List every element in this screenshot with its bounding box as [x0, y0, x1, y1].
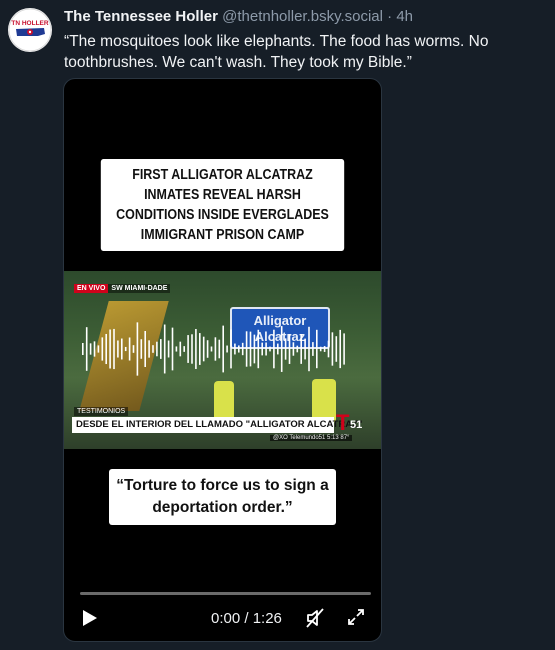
waveform-bar — [312, 342, 314, 356]
waveform-bar — [160, 339, 162, 359]
author-avatar[interactable]: TN HOLLER — [8, 8, 52, 52]
waveform-bar — [148, 340, 150, 358]
waveform-bar — [101, 337, 104, 361]
waveform-bar — [93, 341, 96, 357]
waveform-bar — [257, 329, 260, 369]
section-label: TESTIMONIOS — [74, 407, 129, 416]
waveform-bar — [300, 334, 302, 364]
waveform-bar — [121, 338, 123, 360]
waveform-bar — [113, 328, 115, 370]
waveform-bar — [167, 340, 170, 358]
waveform-bar — [316, 329, 318, 369]
live-label: EN VIVO — [74, 284, 109, 293]
waveform-bar — [234, 343, 236, 355]
waveform-bar — [202, 336, 205, 362]
volume-muted-icon[interactable] — [306, 608, 324, 628]
lower-third-sub: @XO Telemundo51 5:13 87° — [270, 435, 353, 441]
waveform-bar — [335, 336, 338, 362]
video-quote: “Torture to force us to sign a deportati… — [109, 469, 336, 525]
waveform-bar — [105, 333, 107, 365]
waveform-bar — [128, 337, 131, 361]
waveform-bar — [343, 333, 345, 365]
waveform-bar — [265, 342, 267, 356]
waveform-bar — [124, 346, 127, 352]
lower-third-caption: DESDE EL INTERIOR DEL LLAMADO "ALLIGATOR… — [72, 417, 362, 433]
play-icon[interactable] — [82, 609, 98, 627]
author-display-name[interactable]: The Tennessee Holler — [64, 8, 218, 25]
waveform-bar — [132, 345, 135, 353]
waveform-bar — [199, 333, 201, 365]
waveform-bar — [238, 345, 240, 353]
channel-logo-number: 51 — [350, 419, 363, 431]
video-progress-bar[interactable] — [80, 592, 371, 595]
waveform-bar — [249, 331, 252, 367]
waveform-bar — [144, 331, 146, 367]
waveform-bar — [288, 334, 291, 364]
waveform-bar — [339, 329, 341, 369]
waveform-bar — [218, 339, 221, 359]
post-timestamp[interactable]: 4h — [396, 8, 413, 25]
waveform-bar — [296, 345, 299, 353]
waveform-bar — [292, 342, 295, 356]
waveform-bar — [175, 346, 178, 352]
waveform-bar — [261, 342, 263, 356]
waveform-bar — [323, 346, 326, 352]
waveform-bar — [183, 346, 185, 352]
waveform-bar — [226, 345, 228, 353]
waveform-bar — [241, 342, 244, 356]
waveform-bar — [191, 334, 193, 364]
waveform-bar — [230, 329, 232, 369]
post-text: “The mosquitoes look like elephants. The… — [64, 33, 489, 71]
waveform-bar — [280, 326, 283, 372]
waveform-bar — [89, 343, 92, 355]
location-label: SW MIAMI-DADE — [108, 284, 171, 293]
waveform-bar — [82, 343, 84, 355]
waveform-bar — [97, 345, 100, 353]
waveform-bar — [327, 340, 330, 358]
waveform-bar — [152, 345, 154, 353]
waveform-bar — [156, 341, 158, 357]
video-headline: FIRST ALLIGATOR ALCATRAZ INMATES REVEAL … — [100, 159, 345, 251]
worker-figure — [214, 381, 234, 421]
waveform-bar — [187, 335, 189, 363]
news-frame: Alligator Alcatraz EN VIVO SW MIAMI-DADE … — [64, 271, 381, 449]
author-handle[interactable]: @thetnholler.bsky.social — [222, 8, 383, 25]
waveform-bar — [284, 338, 287, 360]
waveform-bar — [245, 331, 248, 367]
waveform-bar — [109, 329, 111, 369]
waveform-bar — [85, 327, 88, 371]
audio-waveform — [82, 322, 345, 376]
waveform-bar — [222, 325, 224, 373]
waveform-bar — [117, 340, 119, 358]
waveform-bar — [319, 346, 322, 352]
waveform-bar — [136, 322, 139, 376]
telemundo51-logo: T 51 — [336, 411, 374, 435]
waveform-bar — [210, 346, 213, 352]
video-time: 0:00 / 1:26 — [211, 610, 282, 627]
fullscreen-icon[interactable] — [347, 608, 365, 626]
post-header: The Tennessee Holler @thetnholler.bsky.s… — [64, 8, 413, 25]
live-tag: EN VIVO SW MIAMI-DADE — [74, 284, 171, 293]
tn-holler-logo: TN HOLLER — [8, 8, 52, 52]
channel-logo-t: T — [336, 410, 350, 435]
waveform-bar — [214, 337, 217, 361]
waveform-bar — [304, 338, 306, 360]
video-player[interactable]: FIRST ALLIGATOR ALCATRAZ INMATES REVEAL … — [63, 78, 382, 642]
waveform-bar — [163, 324, 166, 374]
waveform-bar — [206, 340, 209, 358]
waveform-bar — [179, 341, 182, 357]
header-separator: · — [387, 8, 393, 25]
waveform-bar — [308, 326, 310, 372]
avatar-logo-text: TN HOLLER — [11, 20, 48, 27]
waveform-bar — [331, 332, 334, 366]
waveform-bar — [195, 328, 197, 370]
waveform-bar — [273, 329, 275, 369]
waveform-bar — [171, 327, 174, 371]
waveform-bar — [277, 343, 279, 355]
waveform-bar — [140, 339, 143, 359]
waveform-bar — [269, 346, 271, 352]
waveform-bar — [253, 334, 256, 364]
video-controls: 0:00 / 1:26 — [64, 603, 381, 637]
